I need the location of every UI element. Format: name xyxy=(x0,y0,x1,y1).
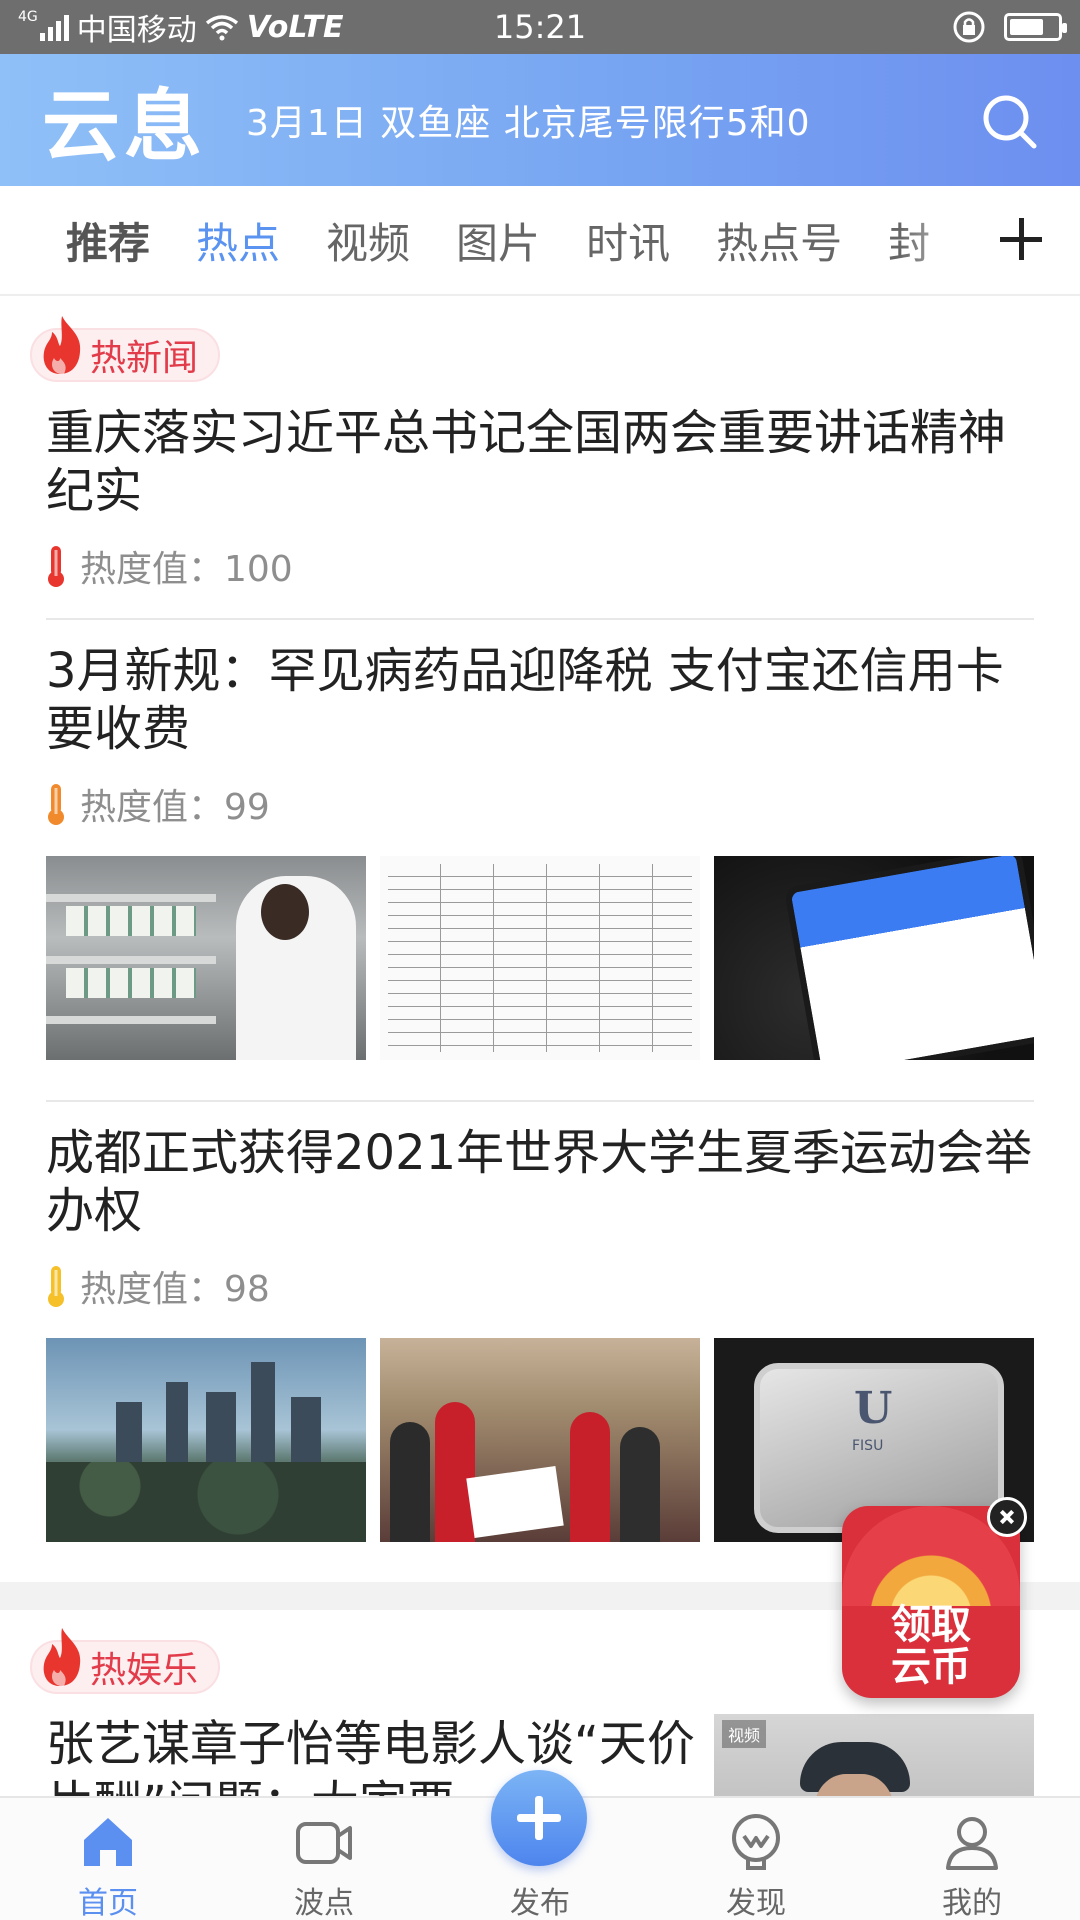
tab-hot-accounts[interactable]: 热点号 xyxy=(716,210,842,271)
section-title: 热娱乐 xyxy=(90,1650,199,1691)
hot-news-section: 热新闻 重庆落实习近平总书记全国两会重要讲话精神纪实 热度值：100 3月新规：… xyxy=(0,298,1080,1542)
nav-bodian[interactable]: 波点 xyxy=(216,1798,432,1920)
fire-icon xyxy=(43,316,81,374)
nav-label: 发布 xyxy=(510,1886,570,1920)
claim-coins-label: 领取 云币 xyxy=(842,1604,1020,1688)
news-item[interactable]: 重庆落实习近平总书记全国两会重要讲话精神纪实 热度值：100 xyxy=(46,404,1034,620)
section-title: 热新闻 xyxy=(90,338,199,379)
news-title[interactable]: 3月新规：罕见病药品迎降税 支付宝还信用卡要收费 xyxy=(46,642,1034,758)
search-icon[interactable] xyxy=(980,92,1040,152)
fire-icon xyxy=(43,1628,81,1686)
heat-value: 热度值：100 xyxy=(46,540,1034,592)
tab-news-flash[interactable]: 时讯 xyxy=(586,210,670,271)
claim-coins-line2: 云币 xyxy=(891,1644,971,1690)
profile-icon xyxy=(946,1817,998,1870)
press-conference-photo[interactable] xyxy=(380,1338,700,1542)
hot-news-badge[interactable]: 热新闻 xyxy=(30,316,221,382)
nav-label: 发现 xyxy=(726,1886,786,1920)
plaque-text: FISU xyxy=(852,1438,884,1454)
add-channel-button[interactable] xyxy=(1000,218,1042,260)
wifi-icon xyxy=(205,15,238,41)
status-bar: 4G 中国移动 VoLTE 15:21 xyxy=(0,0,1080,54)
tab-fade xyxy=(900,186,990,294)
nav-profile[interactable]: 我的 xyxy=(864,1798,1080,1920)
heat-text: 热度值：100 xyxy=(80,549,293,590)
pharmacy-photo[interactable] xyxy=(46,856,366,1060)
tab-pictures[interactable]: 图片 xyxy=(456,210,540,271)
alipay-phone-photo[interactable] xyxy=(714,856,1034,1060)
hot-entertainment-badge[interactable]: 热娱乐 xyxy=(30,1628,221,1694)
nav-home[interactable]: 首页 xyxy=(0,1798,216,1920)
news-images xyxy=(46,856,1034,1060)
date-info: 3月1日 双鱼座 北京尾号限行5和0 xyxy=(246,103,811,144)
heat-text: 热度值：99 xyxy=(80,787,270,828)
heat-text: 热度值：98 xyxy=(80,1269,270,1310)
battery-icon xyxy=(1004,13,1067,41)
category-tabs: 推荐 热点 视频 图片 时讯 热点号 封 xyxy=(0,186,1080,296)
chengdu-city-photo[interactable] xyxy=(46,1338,366,1542)
heat-value: 热度值：99 xyxy=(46,778,1034,830)
app-logo: 云息 xyxy=(42,81,207,172)
network-type: 4G xyxy=(18,9,38,25)
nav-label: 波点 xyxy=(294,1886,354,1920)
tab-video[interactable]: 视频 xyxy=(326,210,410,271)
heat-value: 热度值：98 xyxy=(46,1260,1034,1312)
signal-icon xyxy=(39,13,69,41)
news-title[interactable]: 重庆落实习近平总书记全国两会重要讲话精神纪实 xyxy=(46,404,1034,520)
claim-coins-line1: 领取 xyxy=(891,1602,971,1648)
plaque-letter: U xyxy=(854,1383,893,1434)
rotation-lock-icon xyxy=(953,11,985,43)
tab-hot[interactable]: 热点 xyxy=(196,210,280,271)
video-tag: 视频 xyxy=(722,1720,767,1748)
nav-label: 首页 xyxy=(78,1886,138,1920)
app-header: 云息 3月1日 双鱼座 北京尾号限行5和0 xyxy=(0,54,1080,186)
publish-plus-button[interactable] xyxy=(491,1770,587,1866)
close-icon[interactable] xyxy=(987,1497,1027,1537)
news-item[interactable]: 3月新规：罕见病药品迎降税 支付宝还信用卡要收费 热度值：99 xyxy=(46,642,1034,1102)
news-title[interactable]: 成都正式获得2021年世界大学生夏季运动会举办权 xyxy=(46,1124,1034,1240)
home-icon xyxy=(84,1818,132,1866)
thermometer-icon xyxy=(48,784,64,825)
carrier-name: 中国移动 xyxy=(76,13,197,48)
volte-indicator: VoLTE xyxy=(246,9,344,45)
discover-icon xyxy=(732,1814,780,1870)
nav-label: 我的 xyxy=(942,1886,1002,1920)
video-icon xyxy=(296,1822,352,1864)
nav-discover[interactable]: 发现 xyxy=(648,1798,864,1920)
claim-coins-button[interactable]: 领取 云币 xyxy=(842,1506,1020,1698)
tab-recommend[interactable]: 推荐 xyxy=(66,210,150,271)
thermometer-icon xyxy=(48,546,64,587)
drug-table-photo[interactable] xyxy=(380,856,700,1060)
news-item[interactable]: 成都正式获得2021年世界大学生夏季运动会举办权 热度值：98 U FISU xyxy=(46,1124,1034,1542)
thermometer-icon xyxy=(48,1266,64,1307)
